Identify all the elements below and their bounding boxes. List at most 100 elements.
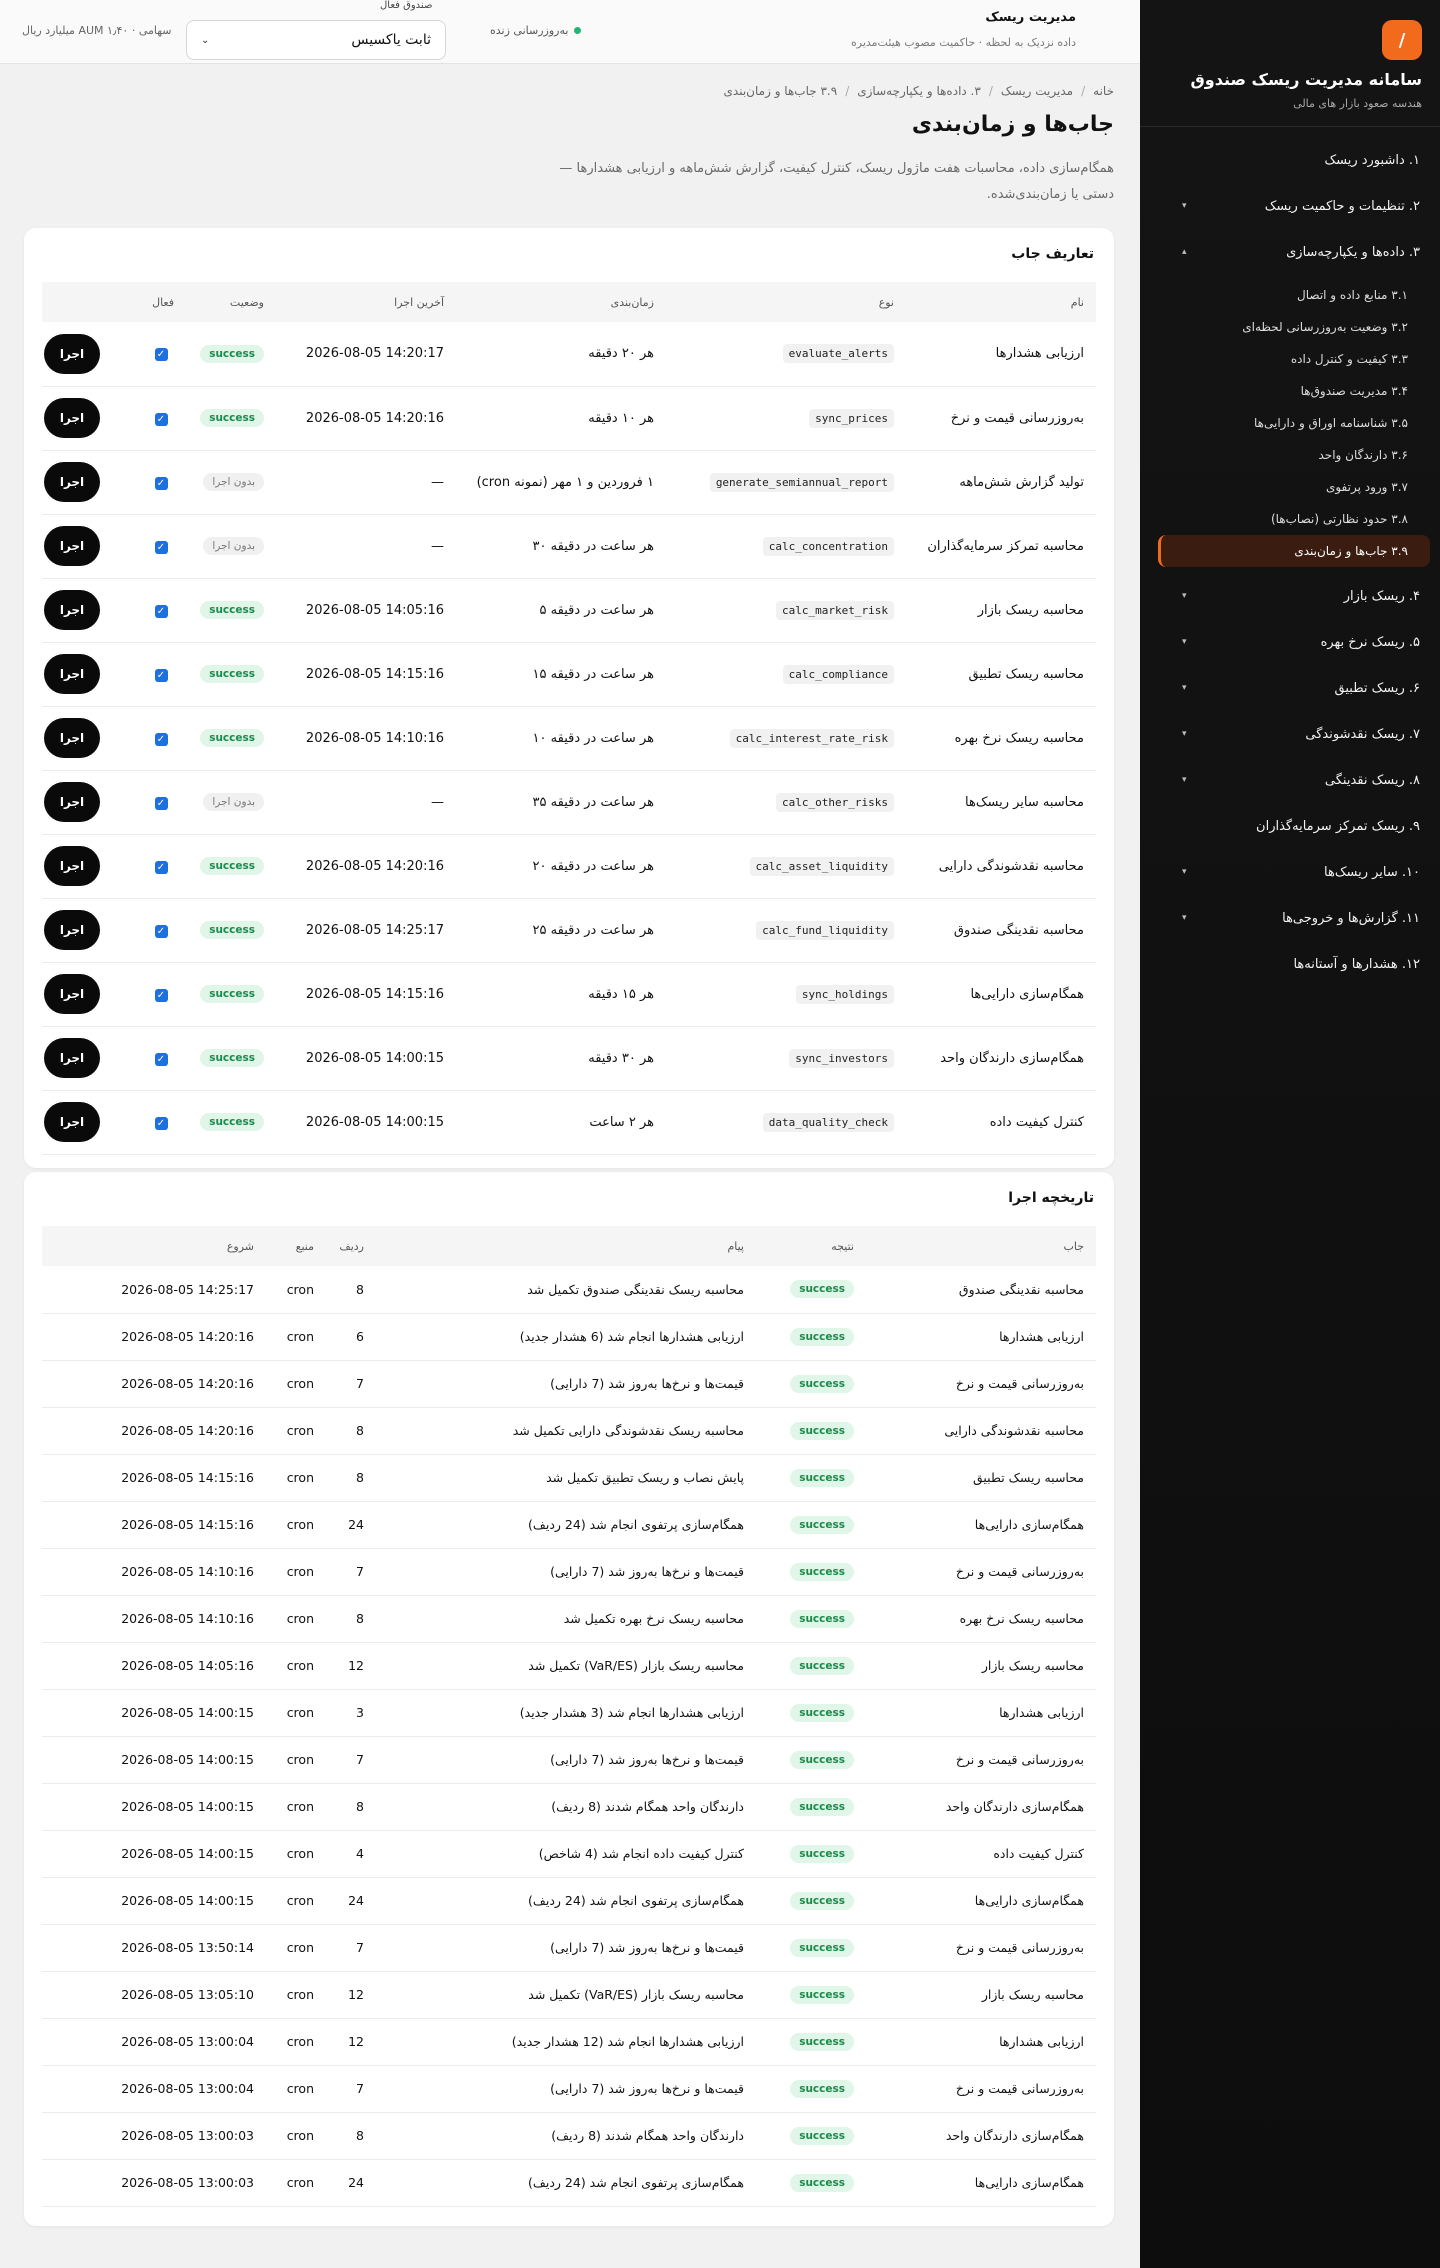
sidebar-item-4[interactable]: ۴. ریسک بازار ▾ — [1158, 573, 1430, 619]
sidebar-subitem[interactable]: ۳.۷ ورود پرتفوی — [1158, 471, 1430, 503]
active-checkbox[interactable]: ✓ — [154, 860, 168, 874]
sidebar-subitem[interactable]: ۳.۹ جاب‌ها و زمان‌بندی — [1158, 535, 1430, 567]
status-badge: success — [200, 409, 264, 427]
sidebar-item-12[interactable]: ۱۲. هشدارها و آستانه‌ها — [1158, 941, 1430, 987]
job-type-cell: data_quality_check — [666, 1090, 906, 1155]
history-rows: 12 — [326, 1642, 376, 1690]
active-checkbox[interactable]: ✓ — [154, 988, 168, 1002]
breadcrumb-item[interactable]: خانه — [1093, 84, 1114, 98]
job-type-cell: sync_holdings — [666, 962, 906, 1027]
chevron-icon: ▾ — [1182, 591, 1187, 601]
run-job-button[interactable]: اجرا — [44, 718, 100, 758]
fund-select[interactable]: ثابت یاکسیس ⌄ — [186, 20, 446, 60]
sidebar-item-10[interactable]: ۱۰. سایر ریسک‌ها ▾ — [1158, 849, 1430, 895]
history-source: cron — [266, 2018, 326, 2066]
job-type-cell: sync_investors — [666, 1026, 906, 1091]
sidebar-subitem[interactable]: ۳.۲ وضعیت به‌روزرسانی لحظه‌ای — [1158, 311, 1430, 343]
col-last-run: آخرین اجرا — [276, 282, 456, 322]
job-status-cell: success — [186, 386, 276, 451]
job-type: generate_semiannual_report — [709, 472, 894, 492]
history-start-value: 2026-08-05 13:00:04 — [121, 2034, 254, 2049]
status-badge: success — [790, 1374, 854, 1393]
active-checkbox[interactable]: ✓ — [154, 668, 168, 682]
run-job-button[interactable]: اجرا — [44, 782, 100, 822]
history-start-value: 2026-08-05 14:20:16 — [121, 1423, 254, 1438]
run-job-button[interactable]: اجرا — [44, 1102, 100, 1142]
sidebar-item-11[interactable]: ۱۱. گزارش‌ها و خروجی‌ها ▾ — [1158, 895, 1430, 941]
history-source: cron — [266, 1360, 326, 1408]
job-last-run: 2026-08-05 14:10:16 — [276, 706, 456, 771]
job-type-cell: evaluate_alerts — [666, 322, 906, 387]
sidebar-item-5[interactable]: ۵. ریسک نرخ بهره ▾ — [1158, 619, 1430, 665]
history-start: 2026-08-05 13:00:04 — [42, 2018, 266, 2066]
job-status-cell: success — [186, 834, 276, 899]
job-active-cell: ✓ — [136, 898, 186, 963]
job-last-run-value: 2026-08-05 14:25:17 — [305, 922, 444, 938]
breadcrumb-item[interactable]: مدیریت ریسک — [1001, 84, 1073, 98]
sidebar-item-7[interactable]: ۷. ریسک نقدشوندگی ▾ — [1158, 711, 1430, 757]
active-checkbox[interactable]: ✓ — [154, 540, 168, 554]
active-checkbox[interactable]: ✓ — [154, 1116, 168, 1130]
chevron-icon: ▾ — [1182, 637, 1187, 647]
sidebar-subitem[interactable]: ۳.۳ کیفیت و کنترل داده — [1158, 343, 1430, 375]
history-rows: 3 — [326, 1689, 376, 1737]
history-rows: 4 — [326, 1830, 376, 1878]
run-job-button[interactable]: اجرا — [44, 974, 100, 1014]
table-row: محاسبه تمرکز سرمایه‌گذاران calc_concentra… — [42, 514, 1096, 579]
job-type: evaluate_alerts — [782, 344, 894, 364]
sidebar-item-2[interactable]: ۲. تنظیمات و حاکمیت ریسک ▾ — [1158, 183, 1430, 229]
job-active-cell: ✓ — [136, 1026, 186, 1091]
active-checkbox[interactable]: ✓ — [154, 348, 168, 362]
history-start: 2026-08-05 13:00:04 — [42, 2065, 266, 2113]
chevron-icon: ▾ — [1182, 729, 1187, 739]
job-type: calc_market_risk — [776, 600, 894, 620]
breadcrumb-item[interactable]: ۳. داده‌ها و یکپارچه‌سازی — [857, 84, 981, 98]
run-job-button[interactable]: اجرا — [44, 398, 100, 438]
job-last-run: 2026-08-05 14:20:17 — [276, 322, 456, 387]
status-badge: success — [790, 1703, 854, 1722]
job-type: calc_concentration — [762, 536, 894, 556]
active-checkbox[interactable]: ✓ — [154, 412, 168, 426]
col-job: جاب — [866, 1226, 1096, 1266]
active-checkbox[interactable]: ✓ — [154, 796, 168, 810]
status-badge: بدون اجرا — [203, 537, 264, 555]
breadcrumb-separator: / — [845, 84, 850, 98]
col-active: فعال — [136, 282, 186, 322]
table-row: کنترل کیفیت داده data_quality_check هر ۲ س… — [42, 1090, 1096, 1155]
run-job-button[interactable]: اجرا — [44, 654, 100, 694]
sidebar-item-8[interactable]: ۸. ریسک نقدینگی ▾ — [1158, 757, 1430, 803]
chevron-icon: ▾ — [1182, 867, 1187, 877]
job-type: calc_compliance — [782, 664, 894, 684]
history-result-cell: success — [756, 1407, 866, 1455]
job-type: sync_holdings — [795, 984, 894, 1004]
run-job-button[interactable]: اجرا — [44, 846, 100, 886]
chevron-icon: ▾ — [1182, 775, 1187, 785]
run-job-button[interactable]: اجرا — [44, 590, 100, 630]
run-job-button[interactable]: اجرا — [44, 462, 100, 502]
job-actions-cell: اجرا — [42, 962, 136, 1027]
active-checkbox[interactable]: ✓ — [154, 604, 168, 618]
active-checkbox[interactable]: ✓ — [154, 732, 168, 746]
active-checkbox[interactable]: ✓ — [154, 1052, 168, 1066]
sidebar-item-label: ۵. ریسک نرخ بهره — [1320, 634, 1420, 650]
sidebar-subitem[interactable]: ۳.۸ حدود نظارتی (نصاب‌ها) — [1158, 503, 1430, 535]
sidebar-item-label: ۸. ریسک نقدینگی — [1324, 772, 1420, 788]
sidebar-subitem[interactable]: ۳.۵ شناسنامه اوراق و دارایی‌ها — [1158, 407, 1430, 439]
sidebar-subitem[interactable]: ۳.۴ مدیریت صندوق‌ها — [1158, 375, 1430, 407]
sidebar-item-1[interactable]: ۱. داشبورد ریسک — [1158, 137, 1430, 183]
history-source: cron — [266, 1454, 326, 1502]
sidebar-item-6[interactable]: ۶. ریسک تطبیق ▾ — [1158, 665, 1430, 711]
job-actions-cell: اجرا — [42, 706, 136, 771]
sidebar-item-9[interactable]: ۹. ریسک تمرکز سرمایه‌گذاران — [1158, 803, 1430, 849]
history-start: 2026-08-05 13:50:14 — [42, 1924, 266, 1972]
active-checkbox[interactable]: ✓ — [154, 476, 168, 490]
sidebar-subitem[interactable]: ۳.۱ منابع داده و اتصال — [1158, 279, 1430, 311]
run-job-button[interactable]: اجرا — [44, 526, 100, 566]
run-job-button[interactable]: اجرا — [44, 910, 100, 950]
sidebar-item-label: ۷. ریسک نقدشوندگی — [1305, 726, 1420, 742]
active-checkbox[interactable]: ✓ — [154, 924, 168, 938]
run-job-button[interactable]: اجرا — [44, 333, 100, 374]
run-job-button[interactable]: اجرا — [44, 1038, 100, 1078]
sidebar-subitem[interactable]: ۳.۶ دارندگان واحد — [1158, 439, 1430, 471]
sidebar-item-3[interactable]: ۳. داده‌ها و یکپارچه‌سازی ▴ — [1158, 229, 1430, 275]
